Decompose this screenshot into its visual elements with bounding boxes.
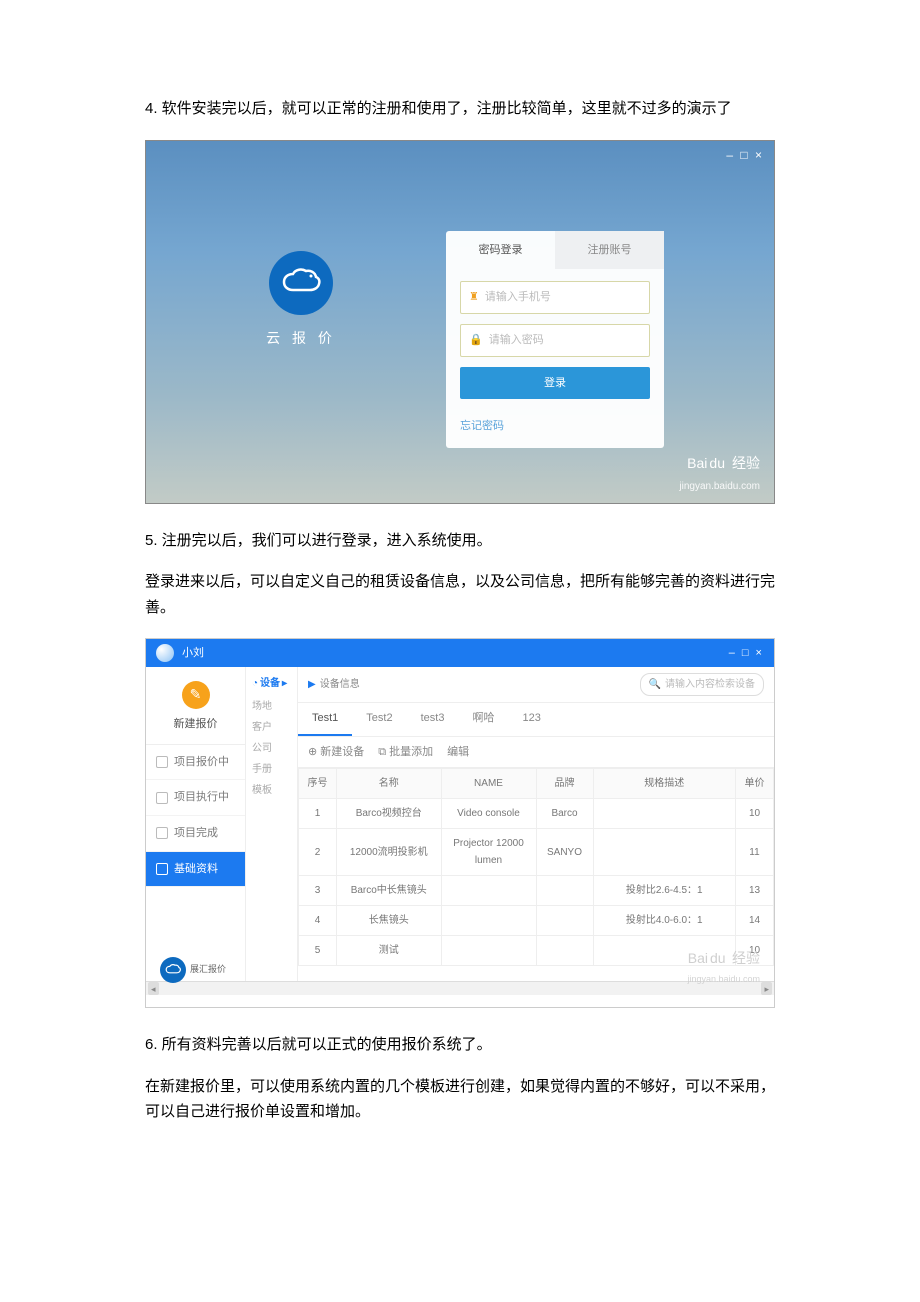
subnav-customer[interactable]: 客户 [252,719,291,736]
device-table: 序号 名称 NAME 品牌 规格描述 单价 1Barco视频控台Video co… [298,768,774,966]
subnav-devices[interactable]: ◔ 设备 ▸ [252,675,291,692]
footer-brand: 展汇报价 [160,957,226,983]
col-ename: NAME [441,769,536,799]
tab-test2[interactable]: Test2 [352,703,406,736]
phone-placeholder: 请输入手机号 [485,288,551,307]
tab-aha[interactable]: 啊哈 [458,703,508,736]
table-row[interactable]: 212000流明投影机Projector 12000 lumenSANYO11 [299,829,774,876]
new-quote-button[interactable]: ✎ 新建报价 [146,667,245,745]
cloud-icon [269,251,333,315]
col-price: 单价 [736,769,774,799]
toolbar: ⊕ 新建设备 ⧉ 批量添加 编辑 [298,737,774,769]
nav-base-data[interactable]: 基础资料 [146,852,245,888]
document-icon: ✎ [182,681,210,709]
step4-text: 4. 软件安装完以后，就可以正常的注册和使用了，注册比较简单，这里就不过多的演示… [145,96,775,122]
subnav-template[interactable]: 模板 [252,782,291,799]
app-logo-block: 云 报 价 [261,251,341,351]
step5-text: 5. 注册完以后，我们可以进行登录，进入系统使用。 [145,528,775,554]
cloud-icon [160,957,186,983]
window-controls[interactable]: – □ × [726,145,764,165]
screenshot-login: – □ × 云 报 价 密码登录 注册账号 ♜ 请输入手机号 🔒 请输入密码 登… [145,140,775,504]
breadcrumb: ▶设备信息 [308,676,360,693]
step6b-text: 在新建报价里，可以使用系统内置的几个模板进行创建，如果觉得内置的不够好，可以不采… [145,1074,775,1125]
tab-test3[interactable]: test3 [407,703,459,736]
edit-button[interactable]: 编辑 [447,743,469,762]
list-icon [156,863,168,875]
list-icon [156,756,168,768]
category-tabs: Test1 Test2 test3 啊哈 123 [298,702,774,737]
main-panel: ▶设备信息 🔍请输入内容检索设备 Test1 Test2 test3 啊哈 12… [298,667,774,981]
phone-input[interactable]: ♜ 请输入手机号 [460,281,650,314]
nav-executing[interactable]: 项目执行中 [146,780,245,816]
app-name: 云 报 价 [261,327,341,351]
col-spec: 规格描述 [593,769,736,799]
list-icon [156,792,168,804]
col-brand: 品牌 [536,769,593,799]
nav-completed[interactable]: 项目完成 [146,816,245,852]
nav-quoting[interactable]: 项目报价中 [146,745,245,781]
password-input[interactable]: 🔒 请输入密码 [460,324,650,357]
table-row[interactable]: 1Barco视频控台Video consoleBarco10 [299,799,774,829]
sub-nav: ◔ 设备 ▸ 场地 客户 公司 手册 模板 [246,667,298,981]
scrollbar[interactable]: ◂▸ [146,981,774,995]
username: 小刘 [182,644,204,663]
subnav-manual[interactable]: 手册 [252,761,291,778]
tab-test1[interactable]: Test1 [298,703,352,736]
tab-register[interactable]: 注册账号 [555,231,664,270]
new-device-button[interactable]: ⊕ 新建设备 [308,743,364,762]
tab-password-login[interactable]: 密码登录 [446,231,555,270]
search-input[interactable]: 🔍请输入内容检索设备 [640,673,764,696]
step5b-text: 登录进来以后，可以自定义自己的租赁设备信息，以及公司信息，把所有能够完善的资料进… [145,569,775,620]
avatar[interactable] [156,644,174,662]
batch-add-button[interactable]: ⧉ 批量添加 [378,743,433,762]
login-button[interactable]: 登录 [460,367,650,400]
watermark: Baidu 经验 jingyan.baidu.com [686,945,760,987]
sidebar-nav: ✎ 新建报价 项目报价中 项目执行中 项目完成 基础资料 [146,667,246,981]
search-icon: 🔍 [649,676,661,693]
col-name: 名称 [337,769,442,799]
forgot-password-link[interactable]: 忘记密码 [446,409,664,448]
col-no: 序号 [299,769,337,799]
password-placeholder: 请输入密码 [489,331,544,350]
login-panel: 密码登录 注册账号 ♜ 请输入手机号 🔒 请输入密码 登录 忘记密码 [446,231,664,448]
step6-text: 6. 所有资料完善以后就可以正式的使用报价系统了。 [145,1032,775,1058]
tab-123[interactable]: 123 [508,703,554,736]
window-controls[interactable]: – □ × [729,644,764,663]
table-row[interactable]: 3Barco中长焦镜头投射比2.6-4.5：113 [299,876,774,906]
app-header: 小刘 – □ × [146,639,774,667]
subnav-company[interactable]: 公司 [252,740,291,757]
lock-icon: 🔒 [469,331,483,350]
table-row[interactable]: 4长焦镜头投射比4.0-6.0：114 [299,906,774,936]
list-icon [156,827,168,839]
subnav-venue[interactable]: 场地 [252,698,291,715]
screenshot-system: 小刘 – □ × ✎ 新建报价 项目报价中 项目执行中 项目完成 基础资料 ◔ … [145,638,775,1008]
watermark: Baidu 经验 jingyan.baidu.com [679,447,760,495]
user-icon: ♜ [469,288,479,307]
